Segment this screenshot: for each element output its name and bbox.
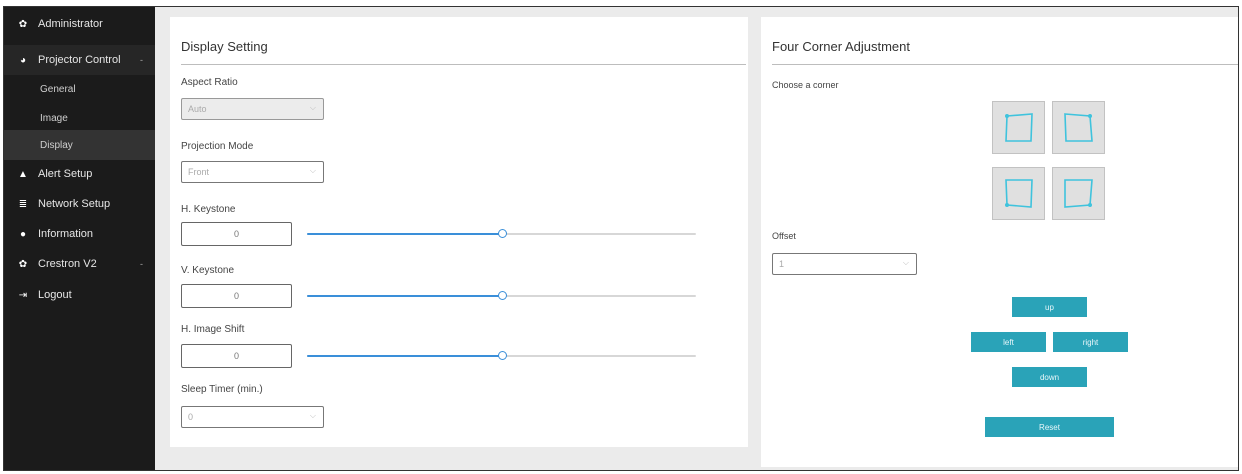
down-button[interactable]: down	[1012, 367, 1087, 387]
sidebar-item-crestron[interactable]: ✿ Crestron V2 -	[4, 249, 155, 279]
sidebar-item-label: Information	[38, 228, 94, 240]
collapse-caret: -	[140, 259, 143, 269]
server-icon: ≣	[18, 198, 28, 210]
bell-icon: ▲	[18, 168, 28, 180]
corner-top-right-button[interactable]	[1052, 101, 1105, 154]
aspect-ratio-label: Aspect Ratio	[181, 77, 238, 88]
slider-thumb[interactable]	[497, 351, 507, 360]
gear-icon: ✿	[18, 258, 28, 270]
corner-top-left-button[interactable]	[992, 101, 1045, 154]
sidebar: ✿ Administrator ◕ Projector Control - Ge…	[4, 7, 155, 470]
aspect-ratio-select[interactable]: Auto ⌵	[181, 98, 324, 120]
sidebar-item-alert-setup[interactable]: ▲ Alert Setup	[4, 159, 155, 189]
sidebar-item-label: Projector Control	[38, 54, 121, 66]
corner-bottom-right-icon	[1064, 179, 1093, 208]
v-keystone-slider[interactable]	[307, 291, 696, 300]
info-icon: ●	[19, 228, 27, 240]
app-window: ✿ Administrator ◕ Projector Control - Ge…	[3, 6, 1239, 471]
up-button[interactable]: up	[1012, 297, 1087, 317]
h-image-shift-label: H. Image Shift	[181, 324, 245, 335]
panel-title: Four Corner Adjustment	[772, 39, 911, 54]
offset-select[interactable]: 1 ⌵	[772, 253, 917, 275]
sidebar-item-label: General	[40, 83, 76, 95]
slider-fill	[307, 295, 502, 297]
sidebar-item-network-setup[interactable]: ≣ Network Setup	[4, 189, 155, 219]
sidebar-item-label: Display	[40, 139, 73, 151]
select-value: 0	[188, 412, 194, 422]
chevron-down-icon: ⌵	[902, 258, 909, 267]
h-keystone-label: H. Keystone	[181, 204, 236, 215]
sidebar-item-general[interactable]: General	[4, 74, 155, 104]
display-setting-panel: Display Setting Aspect Ratio Auto ⌵ Proj…	[170, 17, 748, 447]
h-image-shift-input[interactable]: 0	[181, 344, 292, 368]
four-corner-panel: Four Corner Adjustment Choose a corner O…	[761, 17, 1238, 467]
v-keystone-input[interactable]: 0	[181, 284, 292, 308]
slider-thumb[interactable]	[497, 229, 507, 238]
projector-icon: ◕	[19, 54, 27, 66]
h-keystone-slider[interactable]	[307, 229, 696, 238]
left-button[interactable]: left	[971, 332, 1046, 352]
offset-label: Offset	[772, 231, 796, 241]
reset-button[interactable]: Reset	[985, 417, 1114, 437]
corner-top-left-icon	[1005, 113, 1033, 142]
title-divider	[772, 64, 1238, 65]
sleep-timer-label: Sleep Timer (min.)	[181, 384, 263, 395]
panel-title: Display Setting	[181, 39, 268, 54]
corner-bottom-left-icon	[1005, 179, 1033, 208]
gear-icon: ✿	[18, 18, 28, 30]
sleep-timer-select[interactable]: 0 ⌵	[181, 406, 324, 428]
sidebar-item-information[interactable]: ● Information	[4, 219, 155, 249]
slider-fill	[307, 355, 502, 357]
sidebar-item-label: Crestron V2	[38, 258, 97, 270]
right-button[interactable]: right	[1053, 332, 1128, 352]
sidebar-item-label: Administrator	[38, 18, 103, 30]
slider-fill	[307, 233, 502, 235]
collapse-caret: -	[140, 55, 143, 65]
sidebar-item-projector-control[interactable]: ◕ Projector Control -	[4, 45, 155, 75]
chevron-down-icon: ⌵	[309, 103, 316, 112]
chevron-down-icon: ⌵	[309, 166, 316, 175]
select-value: 1	[779, 259, 785, 269]
logout-icon: ⇥	[18, 289, 28, 301]
sidebar-item-display[interactable]: Display	[4, 130, 155, 160]
projection-mode-label: Projection Mode	[181, 141, 254, 152]
title-divider	[181, 64, 746, 65]
h-keystone-input[interactable]: 0	[181, 222, 292, 246]
v-keystone-label: V. Keystone	[181, 265, 235, 276]
select-value: Front	[188, 167, 210, 177]
chevron-down-icon: ⌵	[309, 411, 316, 420]
corner-bottom-right-button[interactable]	[1052, 167, 1105, 220]
sidebar-item-administrator[interactable]: ✿ Administrator	[4, 9, 155, 39]
corner-bottom-left-button[interactable]	[992, 167, 1045, 220]
sidebar-item-label: Image	[40, 112, 68, 124]
h-image-shift-slider[interactable]	[307, 351, 696, 360]
sidebar-item-image[interactable]: Image	[4, 103, 155, 133]
choose-corner-label: Choose a corner	[772, 80, 839, 90]
corner-top-right-icon	[1064, 113, 1093, 142]
projection-mode-select[interactable]: Front ⌵	[181, 161, 324, 183]
sidebar-item-label: Network Setup	[38, 198, 111, 210]
select-value: Auto	[188, 104, 207, 114]
slider-thumb[interactable]	[497, 291, 507, 300]
sidebar-item-label: Alert Setup	[38, 168, 93, 180]
sidebar-item-label: Logout	[38, 289, 72, 301]
sidebar-item-logout[interactable]: ⇥ Logout	[4, 280, 155, 310]
